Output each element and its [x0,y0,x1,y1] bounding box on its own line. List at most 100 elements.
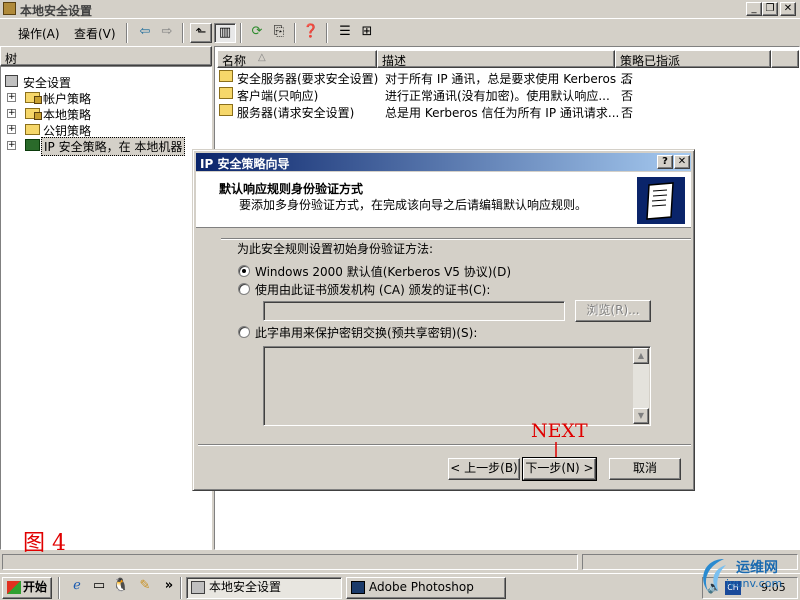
security-settings-icon [191,581,205,594]
radio-kerberos[interactable] [238,265,250,277]
tree-header-label: 树 [5,52,18,66]
more-quick-launch-icon[interactable]: » [158,577,180,597]
watermark-logo: 运维网 iyunv.com [696,553,798,595]
task-label: 本地安全设置 [209,580,282,594]
next-annotation: NEXT [531,420,588,442]
step-subheading: 要添加多身份验证方式，在完成该向导之后请编辑默认响应规则。 [239,198,588,212]
tree-item-label: IP 安全策略，在 本地机器 [41,137,186,156]
add-policy-icon[interactable]: ⊞ [356,23,378,43]
policy-name: 客户端(只响应) [237,89,319,103]
security-settings-icon [3,2,16,15]
photoshop-icon [351,581,365,594]
restore-button[interactable]: ❐ [762,2,778,16]
column-header-description[interactable]: 描述 [377,50,615,68]
expand-icon[interactable]: + [7,141,16,150]
column-header-name[interactable]: 名称 △ [217,50,377,68]
policy-folder-icon [25,108,42,120]
policy-name: 服务器(请求安全设置) [237,106,355,120]
cancel-button[interactable]: 取消 [609,458,681,480]
policy-assigned: 否 [621,89,634,103]
certificate-scroll-icon [637,177,685,224]
help-button[interactable]: ? [657,155,673,169]
toolbar-separator [326,23,328,43]
task-local-security-settings[interactable]: 本地安全设置 [186,577,342,599]
scrollbar[interactable]: ▲ ▼ [633,348,649,424]
expand-icon[interactable]: + [7,93,16,102]
dialog-header: 默认响应规则身份验证方式 要添加多身份验证方式，在完成该向导之后请编辑默认响应规… [196,172,691,228]
export-list-icon[interactable]: ⎘ [268,23,290,43]
auth-method-prompt: 为此安全规则设置初始身份验证方法: [237,242,434,256]
tree-item-account-policy[interactable]: + 帐户策略 [5,89,205,106]
menu-action[interactable]: 操作(A) [18,25,60,42]
folder-icon [25,124,40,135]
watermark-swirl-icon [703,559,726,591]
toolbar-separator [294,23,296,43]
ip-policy-icon [219,104,233,116]
toolbar-separator [182,23,184,43]
properties-icon[interactable]: ☰ [334,23,356,43]
option-certificate-label[interactable]: 使用由此证书颁发机构 (CA) 颁发的证书(C): [255,281,490,298]
radio-certificate[interactable] [238,283,250,295]
refresh-icon[interactable]: ⟳ [246,23,268,43]
back-arrow-icon[interactable]: ⇦ [134,23,156,43]
preshared-key-textarea[interactable]: ▲ ▼ [263,346,651,426]
qq-icon[interactable]: 🐧 [110,577,132,597]
toolbar-separator [126,23,128,43]
dialog-title: IP 安全策略向导 [200,157,290,171]
menu-toolbar: 操作(A) 查看(V) ⇦ ⇨ ⬑ ▥ ⟳ ⎘ ❓ ☰ ⊞ [0,18,800,44]
ip-policy-icon [219,70,233,82]
internet-explorer-icon[interactable]: ℯ [66,577,88,597]
option-preshared-key-label[interactable]: 此字串用来保护密钥交换(预共享密钥)(S): [255,324,477,341]
expand-icon[interactable]: + [7,109,16,118]
policy-name: 安全服务器(要求安全设置) [237,72,379,86]
back-button[interactable]: < 上一步(B) [448,458,520,480]
watermark-url: iyunv.com [726,577,783,590]
certificate-ca-field[interactable] [263,301,565,321]
minimize-button[interactable]: _ [746,2,762,16]
computer-icon [25,139,40,151]
show-tree-icon[interactable]: ▥ [214,23,236,43]
status-panel [2,554,578,570]
scroll-up-icon[interactable]: ▲ [633,348,649,364]
dialog-title-bar: IP 安全策略向导 ? ✕ [196,153,691,171]
list-row[interactable]: 安全服务器(要求安全设置) 对于所有 IP 通讯，总是要求使用 Kerberos… [215,69,799,86]
ip-policy-icon [219,87,233,99]
policy-description: 对于所有 IP 通讯，总是要求使用 Kerberos ... [385,72,632,86]
tree-item-security-settings[interactable]: 安全设置 [5,73,205,90]
step-heading: 默认响应规则身份验证方式 [219,182,364,196]
show-desktop-icon[interactable]: ▭ [88,577,110,597]
start-button[interactable]: 开始 [2,577,52,599]
column-header-filler [771,50,799,68]
tree-item-ip-security-policy[interactable]: + IP 安全策略，在 本地机器 [5,137,211,156]
menu-view[interactable]: 查看(V) [74,25,116,42]
tree-header: 树 [0,46,212,66]
forward-arrow-icon[interactable]: ⇨ [156,23,178,43]
up-folder-icon[interactable]: ⬑ [190,23,212,43]
tree-item-local-policy[interactable]: + 本地策略 [5,105,205,122]
scroll-down-icon[interactable]: ▼ [633,408,649,424]
task-adobe-photoshop[interactable]: Adobe Photoshop [346,577,506,599]
option-kerberos-label[interactable]: Windows 2000 默认值(Kerberos V5 协议)(D) [255,263,511,280]
tree-item-public-key-policy[interactable]: + 公钥策略 [5,121,205,138]
tree-pane: 安全设置 + 帐户策略 + 本地策略 + 公钥策略 + IP 安全策略，在 本地… [0,66,212,556]
next-button[interactable]: 下一步(N) > [522,457,597,481]
task-label: Adobe Photoshop [369,580,474,594]
quick-launch-icon[interactable]: ✎ [134,577,156,597]
footer-divider [198,444,691,446]
taskbar-separator [58,577,60,599]
watermark-text: 运维网 [736,560,778,576]
sort-ascending-icon: △ [258,52,266,63]
app-title-bar: 本地安全设置 _ ❐ ✕ [0,0,800,18]
taskbar: 开始 ℯ ▭ 🐧 ✎ » 本地安全设置 Adobe Photoshop 🔈 CH… [0,573,800,600]
status-bar [0,552,800,572]
column-header-assigned[interactable]: 策略已指派 [615,50,771,68]
help-icon[interactable]: ❓ [300,23,322,43]
dialog-close-button[interactable]: ✕ [674,155,690,169]
radio-preshared-key[interactable] [238,326,250,338]
close-window-button[interactable]: ✕ [780,2,796,16]
list-row[interactable]: 客户端(只响应) 进行正常通讯(没有加密)。使用默认响应... 否 [215,86,799,103]
browse-button[interactable]: 浏览(R)... [575,300,651,322]
list-row[interactable]: 服务器(请求安全设置) 总是用 Kerberos 信任为所有 IP 通讯请求..… [215,103,799,120]
expand-icon[interactable]: + [7,125,16,134]
window-title: 本地安全设置 [20,4,93,18]
